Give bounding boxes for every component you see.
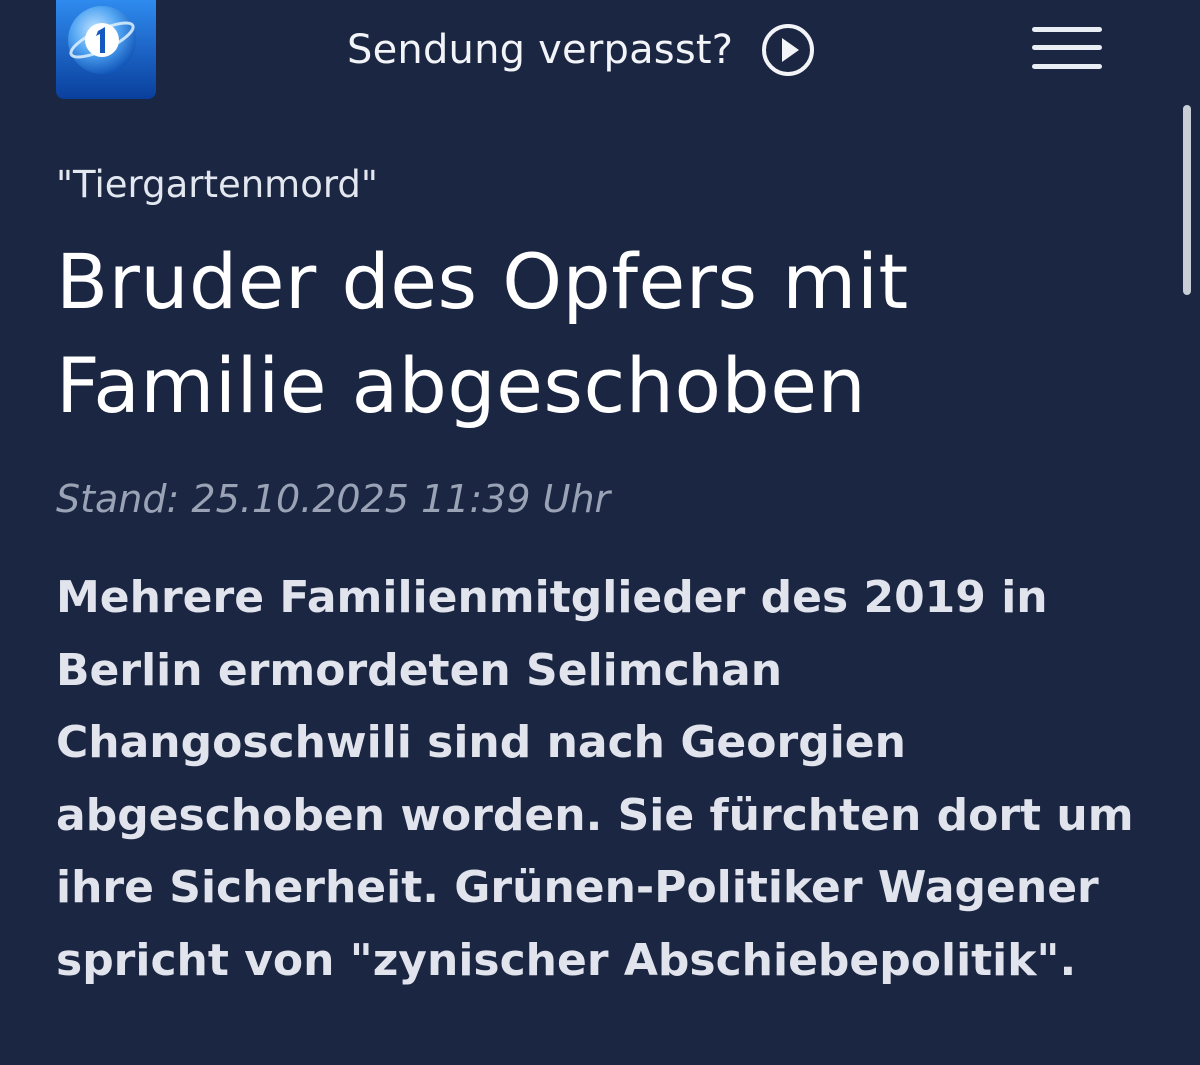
article-teaser: Mehrere Familienmitglieder des 2019 in B… [56,572,1134,986]
article-topline: "Tiergartenmord" [56,163,378,206]
hamburger-menu-icon[interactable] [1030,25,1104,73]
article-headline: Bruder des Opfers mit Familie abgeschobe… [56,237,909,430]
article-dateline: Stand: 25.10.2025 11:39 Uhr [56,477,611,521]
missed-broadcast-label: Sendung verpasst? [347,27,734,73]
play-circle-icon [762,24,815,76]
site-header: Sendung verpasst? [0,0,1200,100]
ard-logo-icon[interactable] [56,0,156,99]
missed-broadcast-link[interactable]: Sendung verpasst? [347,22,815,78]
scrollbar-thumb[interactable] [1183,105,1191,295]
article-header: "Tiergartenmord" Bruder des Opfers mit F… [56,160,1136,997]
